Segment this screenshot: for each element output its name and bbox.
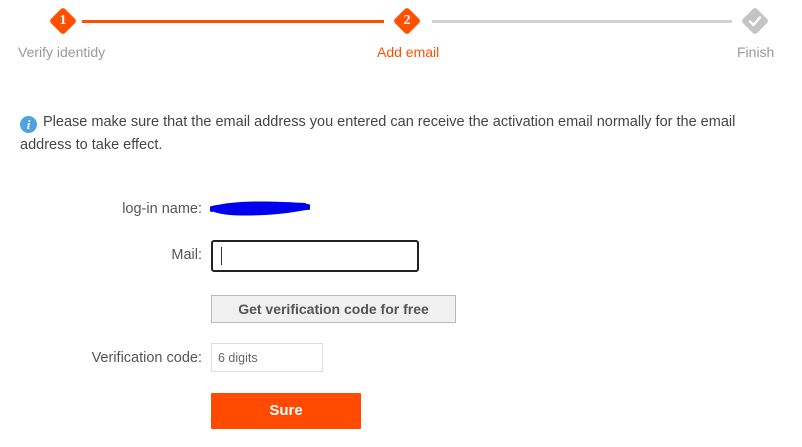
step-3-label: Finish bbox=[737, 44, 775, 60]
info-notice: i Please make sure that the email address… bbox=[20, 111, 780, 157]
login-name-label: log-in name: bbox=[122, 201, 202, 217]
check-icon bbox=[748, 16, 762, 27]
step-2-number: 2 bbox=[403, 13, 411, 28]
info-icon: i bbox=[20, 116, 37, 133]
step-1-number: 1 bbox=[59, 13, 67, 28]
step-1-label: Verify identidy bbox=[18, 44, 106, 60]
progress-stepper: 1 2 Verify identidy Add email Finish bbox=[0, 0, 802, 70]
text-caret bbox=[221, 247, 222, 265]
step-3-marker bbox=[740, 6, 770, 36]
get-verification-code-button[interactable]: Get verification code for free bbox=[211, 295, 456, 323]
verification-code-input[interactable] bbox=[211, 343, 323, 372]
step-2-label: Add email bbox=[377, 44, 440, 60]
stepper-line-completed bbox=[82, 20, 384, 23]
submit-button[interactable]: Sure bbox=[211, 393, 361, 429]
step-1-marker: 1 bbox=[48, 6, 78, 36]
step-2-marker: 2 bbox=[392, 6, 422, 36]
redacted-login-name bbox=[210, 201, 310, 216]
notice-text: Please make sure that the email address … bbox=[20, 114, 736, 153]
stepper-line-pending bbox=[432, 20, 732, 23]
mail-input[interactable] bbox=[211, 240, 419, 272]
verification-code-label: Verification code: bbox=[91, 350, 202, 366]
mail-label: Mail: bbox=[171, 247, 202, 263]
